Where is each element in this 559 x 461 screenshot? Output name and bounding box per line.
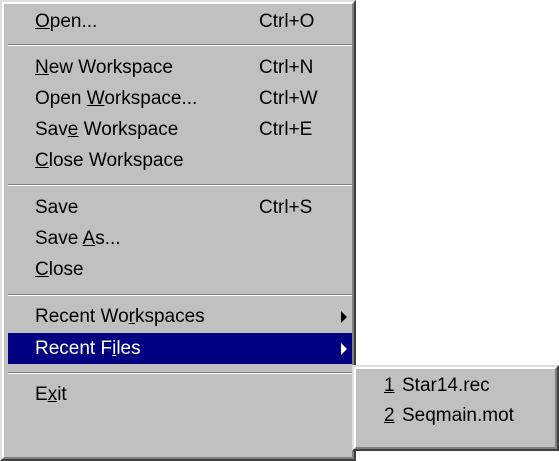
- recent-file-name: Seqmain.mot: [402, 405, 514, 426]
- menu-item-save-label: Save: [35, 197, 79, 218]
- menu-item-save[interactable]: Save Ctrl+S: [8, 192, 352, 223]
- file-menu: Open... Ctrl+O New Workspace Ctrl+N Open…: [0, 0, 356, 461]
- menu-item-recent-workspaces[interactable]: Recent Workspaces: [8, 301, 352, 332]
- menu-item-close-label: Close: [35, 259, 84, 280]
- menu-item-recent-files[interactable]: Recent Files: [8, 333, 352, 364]
- recent-file-item-2[interactable]: 2 Seqmain.mot: [360, 401, 551, 430]
- recent-file-item-1[interactable]: 1 Star14.rec: [360, 371, 551, 400]
- menu-item-exit[interactable]: Exit: [8, 379, 352, 410]
- menu-item-open[interactable]: Open... Ctrl+O: [8, 6, 352, 37]
- menu-item-close[interactable]: Close: [8, 254, 352, 285]
- menu-item-save-workspace[interactable]: Save Workspace Ctrl+E: [8, 114, 352, 145]
- menu-item-new-workspace-shortcut: Ctrl+N: [259, 57, 314, 78]
- recent-file-number: 1: [384, 375, 395, 396]
- recent-file-number: 2: [384, 405, 395, 426]
- menu-item-close-workspace[interactable]: Close Workspace: [8, 145, 352, 176]
- submenu-arrow-icon: [341, 311, 347, 323]
- menu-item-open-workspace-shortcut: Ctrl+W: [259, 88, 318, 109]
- menu-separator: [8, 294, 352, 296]
- menu-item-recent-files-label: Recent Files: [35, 338, 141, 359]
- menu-item-save-shortcut: Ctrl+S: [259, 197, 313, 218]
- menu-item-save-workspace-shortcut: Ctrl+E: [259, 119, 313, 140]
- menu-item-close-workspace-label: Close Workspace: [35, 150, 184, 171]
- menu-separator: [8, 372, 352, 374]
- menu-item-save-as-label: Save As...: [35, 228, 121, 249]
- recent-files-submenu: 1 Star14.rec 2 Seqmain.mot: [352, 365, 559, 451]
- menu-item-new-workspace[interactable]: New Workspace Ctrl+N: [8, 52, 352, 83]
- menu-item-new-workspace-label: New Workspace: [35, 57, 173, 78]
- recent-file-name: Star14.rec: [402, 375, 490, 396]
- menu-item-save-as[interactable]: Save As...: [8, 223, 352, 254]
- menu-item-open-workspace[interactable]: Open Workspace... Ctrl+W: [8, 83, 352, 114]
- menu-item-recent-workspaces-label: Recent Workspaces: [35, 306, 205, 327]
- menu-item-open-label: Open...: [35, 11, 98, 32]
- menu-item-open-workspace-label: Open Workspace...: [35, 88, 198, 109]
- submenu-arrow-icon: [341, 343, 347, 355]
- menu-item-open-shortcut: Ctrl+O: [259, 11, 315, 32]
- menu-separator: [8, 44, 352, 46]
- menu-item-exit-label: Exit: [35, 384, 67, 405]
- menu-item-save-workspace-label: Save Workspace: [35, 119, 179, 140]
- menu-separator: [8, 184, 352, 186]
